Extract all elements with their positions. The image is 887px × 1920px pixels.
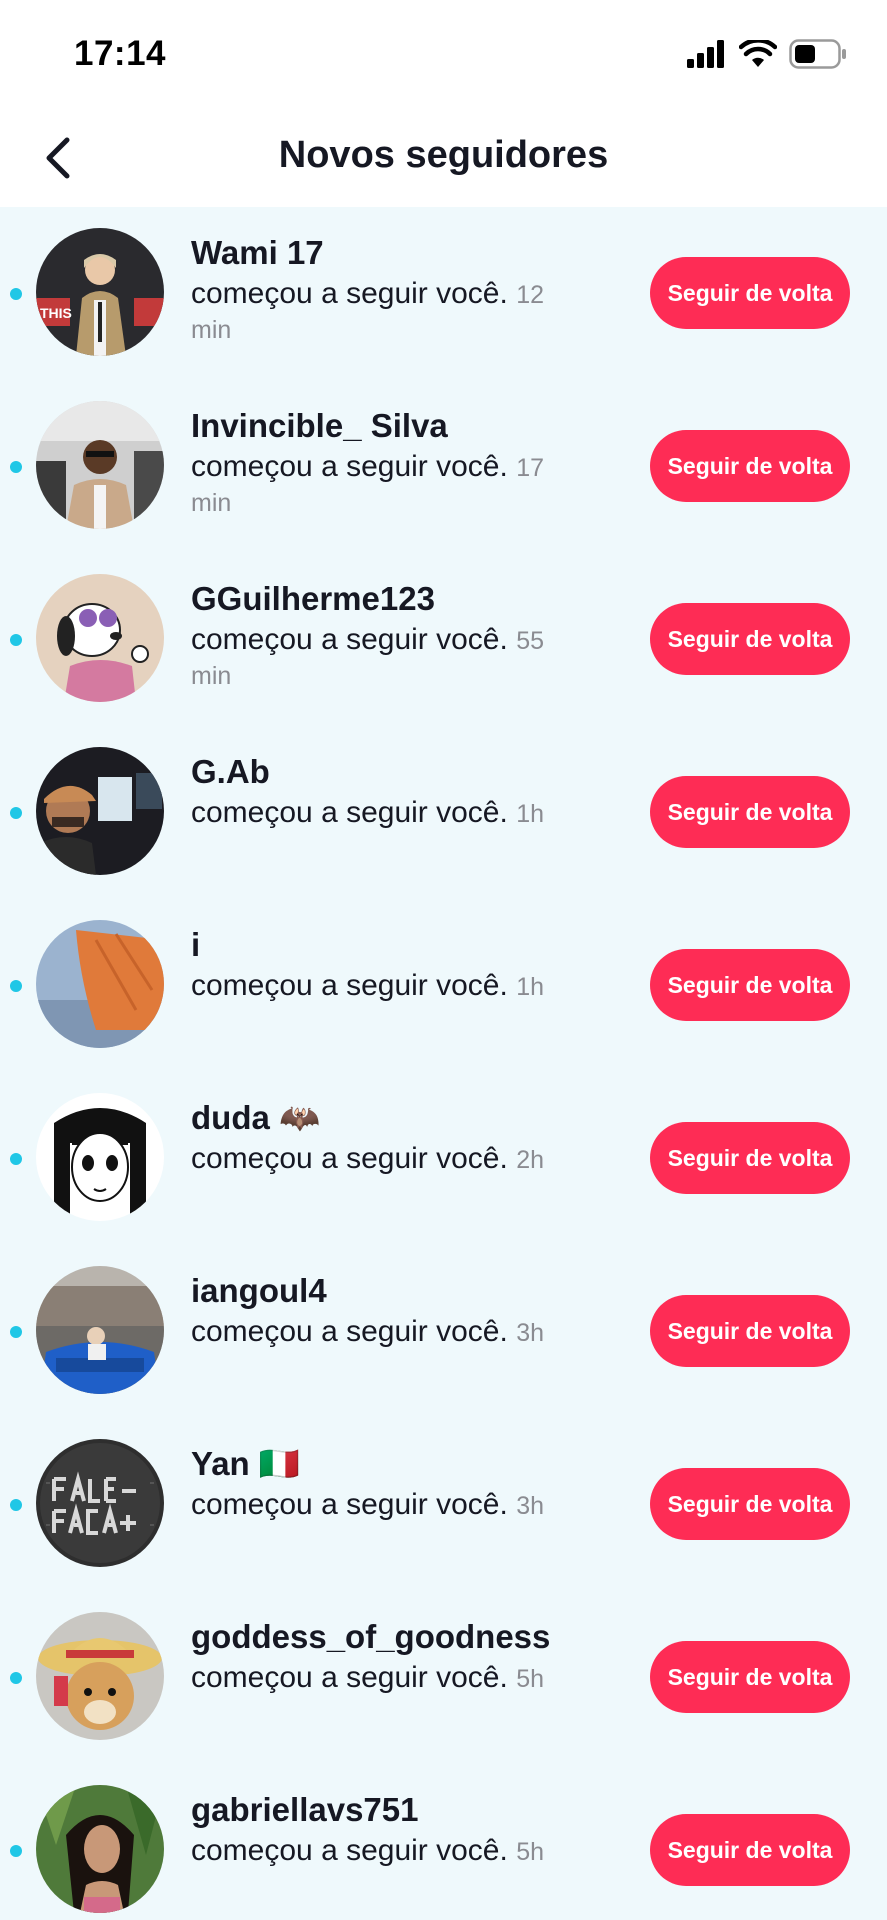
follower-row[interactable]: gabriellavs751 começou a seguir você. 5h… [0, 1764, 887, 1920]
avatar[interactable] [36, 574, 164, 702]
unread-indicator [10, 634, 22, 646]
notification-text: duda 🦇 começou a seguir você. 2h [191, 1098, 591, 1177]
follower-row[interactable]: Yan 🇮🇹 começou a seguir você. 3h Seguir … [0, 1418, 887, 1591]
follower-row[interactable]: goddess_of_goodness começou a seguir voc… [0, 1591, 887, 1764]
follower-row[interactable]: i começou a seguir você. 1h Seguir de vo… [0, 899, 887, 1072]
timestamp: 1h [516, 973, 544, 1001]
unread-indicator [10, 1672, 22, 1684]
timestamp: 3h [516, 1492, 544, 1520]
unread-indicator [10, 1499, 22, 1511]
notification-meta: começou a seguir você. 12 min [191, 277, 591, 347]
follower-row[interactable]: iangoul4 começou a seguir você. 3h Segui… [0, 1245, 887, 1418]
username[interactable]: Wami 17 [191, 233, 591, 273]
action-text: começou a seguir você. [191, 623, 508, 656]
username[interactable]: duda 🦇 [191, 1098, 591, 1138]
avatar[interactable] [36, 1439, 164, 1567]
follower-row[interactable]: G.Ab começou a seguir você. 1h Seguir de… [0, 726, 887, 899]
notification-meta: começou a seguir você. 1h [191, 969, 591, 1004]
notification-text: Yan 🇮🇹 começou a seguir você. 3h [191, 1444, 591, 1523]
avatar[interactable] [36, 1093, 164, 1221]
timestamp: 5h [516, 1665, 544, 1693]
notification-meta: começou a seguir você. 55 min [191, 623, 591, 693]
action-text: começou a seguir você. [191, 1661, 508, 1694]
follow-back-button[interactable]: Seguir de volta [650, 776, 850, 848]
avatar[interactable] [36, 920, 164, 1048]
notification-meta: começou a seguir você. 1h [191, 796, 591, 831]
follow-back-button[interactable]: Seguir de volta [650, 430, 850, 502]
username[interactable]: GGuilherme123 [191, 579, 591, 619]
username[interactable]: Invincible_ Silva [191, 406, 591, 446]
unread-indicator [10, 288, 22, 300]
avatar[interactable] [36, 401, 164, 529]
notification-meta: começou a seguir você. 3h [191, 1488, 591, 1523]
avatar[interactable]: THIS [36, 228, 164, 356]
wifi-icon [738, 37, 778, 73]
followers-list: THIS Wami 17 começou a seguir você. 12 m… [0, 207, 887, 1920]
action-text: começou a seguir você. [191, 277, 508, 310]
follower-row[interactable]: Invincible_ Silva começou a seguir você.… [0, 380, 887, 553]
username[interactable]: iangoul4 [191, 1271, 591, 1311]
avatar[interactable] [36, 1266, 164, 1394]
action-text: começou a seguir você. [191, 969, 508, 1002]
notification-text: G.Ab começou a seguir você. 1h [191, 752, 591, 831]
notification-text: gabriellavs751 começou a seguir você. 5h [191, 1790, 591, 1869]
timestamp: 2h [516, 1146, 544, 1174]
notification-meta: começou a seguir você. 17 min [191, 450, 591, 520]
follow-back-button[interactable]: Seguir de volta [650, 1814, 850, 1886]
battery-icon [789, 38, 847, 74]
action-text: começou a seguir você. [191, 450, 508, 483]
username[interactable]: Yan 🇮🇹 [191, 1444, 591, 1484]
follow-back-button[interactable]: Seguir de volta [650, 1295, 850, 1367]
timestamp: 5h [516, 1838, 544, 1866]
svg-text:THIS: THIS [40, 305, 72, 321]
follower-row[interactable]: THIS Wami 17 começou a seguir você. 12 m… [0, 207, 887, 380]
action-text: começou a seguir você. [191, 1488, 508, 1521]
timestamp: 1h [516, 800, 544, 828]
avatar[interactable] [36, 1612, 164, 1740]
unread-indicator [10, 1845, 22, 1857]
unread-indicator [10, 980, 22, 992]
username[interactable]: i [191, 925, 591, 965]
unread-indicator [10, 461, 22, 473]
notification-text: GGuilherme123 começou a seguir você. 55 … [191, 579, 591, 693]
notification-text: i começou a seguir você. 1h [191, 925, 591, 1004]
avatar[interactable] [36, 747, 164, 875]
unread-indicator [10, 807, 22, 819]
unread-indicator [10, 1153, 22, 1165]
unread-indicator [10, 1326, 22, 1338]
cellular-signal-icon [687, 39, 727, 73]
follow-back-button[interactable]: Seguir de volta [650, 603, 850, 675]
username[interactable]: goddess_of_goodness [191, 1617, 591, 1657]
username[interactable]: gabriellavs751 [191, 1790, 591, 1830]
notification-text: Invincible_ Silva começou a seguir você.… [191, 406, 591, 520]
action-text: começou a seguir você. [191, 796, 508, 829]
page-title: Novos seguidores [278, 134, 609, 176]
follow-back-button[interactable]: Seguir de volta [650, 949, 850, 1021]
action-text: começou a seguir você. [191, 1834, 508, 1867]
action-text: começou a seguir você. [191, 1315, 508, 1348]
action-text: começou a seguir você. [191, 1142, 508, 1175]
notification-meta: começou a seguir você. 5h [191, 1834, 591, 1869]
follow-back-button[interactable]: Seguir de volta [650, 1122, 850, 1194]
notification-text: iangoul4 começou a seguir você. 3h [191, 1271, 591, 1350]
timestamp: 3h [516, 1319, 544, 1347]
avatar[interactable] [36, 1785, 164, 1913]
follower-row[interactable]: GGuilherme123 começou a seguir você. 55 … [0, 553, 887, 726]
header: Novos seguidores [0, 112, 887, 207]
follow-back-button[interactable]: Seguir de volta [650, 1641, 850, 1713]
notification-meta: começou a seguir você. 3h [191, 1315, 591, 1350]
follow-back-button[interactable]: Seguir de volta [650, 1468, 850, 1540]
username[interactable]: G.Ab [191, 752, 591, 792]
status-icons [687, 37, 847, 74]
follow-back-button[interactable]: Seguir de volta [650, 257, 850, 329]
status-bar: 17:14 [0, 0, 887, 112]
status-time: 17:14 [74, 34, 167, 73]
notification-text: goddess_of_goodness começou a seguir voc… [191, 1617, 591, 1696]
follower-row[interactable]: duda 🦇 começou a seguir você. 2h Seguir … [0, 1072, 887, 1245]
notification-meta: começou a seguir você. 2h [191, 1142, 591, 1177]
notification-text: Wami 17 começou a seguir você. 12 min [191, 233, 591, 347]
notification-meta: começou a seguir você. 5h [191, 1661, 591, 1696]
